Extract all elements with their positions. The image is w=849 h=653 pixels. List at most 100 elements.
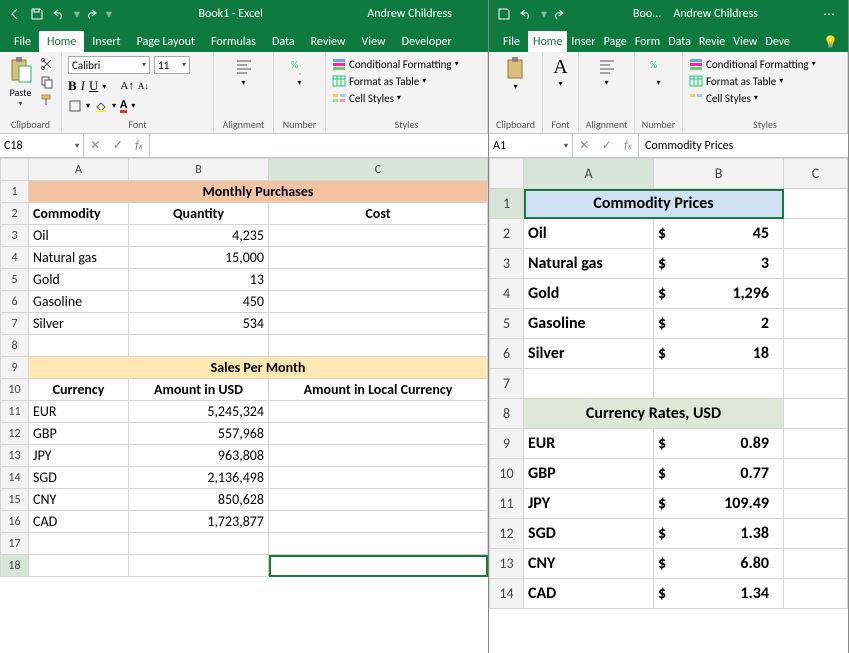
cell-selected[interactable] [269,555,488,577]
cell[interactable]: Amount in Local Currency [269,379,488,401]
cell[interactable] [269,269,488,291]
cell[interactable]: JPY [524,489,654,519]
cell[interactable] [784,309,848,339]
undo-icon[interactable] [50,5,68,23]
cell[interactable]: Gasoline [524,309,654,339]
tab-developer[interactable]: Developer [394,31,460,52]
arrow-left-icon[interactable] [6,5,24,23]
cell[interactable]: 850,628 [129,489,269,511]
enter-icon[interactable]: ✓ [602,138,612,153]
cell[interactable] [269,247,488,269]
cell[interactable] [784,579,848,609]
cell[interactable]: Silver [524,339,654,369]
tab-home[interactable]: Home [528,31,567,52]
cell[interactable]: 5,245,324 [129,401,269,423]
col-header-a[interactable]: A [29,159,129,181]
cell[interactable] [524,369,654,399]
format-as-table-button[interactable]: Format as Table ▾ [332,73,426,89]
cell[interactable] [29,555,129,577]
save-icon[interactable] [495,5,513,23]
cell[interactable]: 1,723,877 [129,511,269,533]
cell[interactable]: Sales Per Month [29,357,488,379]
cell[interactable]: 15,000 [129,247,269,269]
conditional-formatting-button[interactable]: Conditional Formatting ▾ [332,56,459,72]
cell[interactable]: GBP [524,459,654,489]
tab-insert[interactable]: Insert [84,31,128,52]
clipboard-button[interactable]: ▾ [498,56,534,92]
font-name-select[interactable]: Calibri▾ [68,56,150,74]
decrease-font-icon[interactable]: A↓ [138,81,149,91]
cell[interactable]: JPY [29,445,129,467]
cell[interactable] [269,335,488,357]
cell[interactable]: Oil [524,219,654,249]
cell[interactable]: $109.49 [654,489,784,519]
name-box[interactable]: C18▾ [0,134,84,157]
cell[interactable]: CNY [29,489,129,511]
cell[interactable] [784,339,848,369]
cell[interactable]: 963,808 [129,445,269,467]
cell[interactable]: Natural gas [29,247,129,269]
cell[interactable]: Commodity [29,203,129,225]
cell[interactable] [784,279,848,309]
cell[interactable]: $6.80 [654,549,784,579]
cell[interactable] [269,423,488,445]
cell-selected[interactable]: Commodity Prices [524,189,784,219]
cell[interactable] [269,533,488,555]
row-header[interactable]: 2 [1,203,29,225]
cell[interactable] [269,291,488,313]
select-all-corner[interactable] [1,159,29,181]
cell[interactable]: Currency [29,379,129,401]
select-all-corner[interactable] [490,159,524,189]
cell[interactable]: $0.77 [654,459,784,489]
cell[interactable]: CAD [524,579,654,609]
format-painter-icon[interactable] [39,92,55,108]
cell[interactable] [269,511,488,533]
cell[interactable] [269,467,488,489]
cell[interactable]: CNY [524,549,654,579]
cut-icon[interactable] [39,56,55,72]
tab-insert[interactable]: Inser [567,31,599,52]
tab-data[interactable]: Data [264,31,303,52]
worksheet[interactable]: A B C 1 Commodity Prices 2Oil$45 3Natura… [489,158,848,653]
conditional-formatting-button[interactable]: Conditional Formatting▾ [689,56,816,72]
fx-icon[interactable]: fx [624,139,632,153]
format-as-table-button[interactable]: Format as Table▾ [689,73,783,89]
formula-input[interactable]: Commodity Prices [639,134,848,157]
cell[interactable]: $3 [654,249,784,279]
cell[interactable]: Natural gas [524,249,654,279]
cell[interactable]: Oil [29,225,129,247]
alignment-button[interactable]: ▾ [226,56,262,88]
cell[interactable]: SGD [29,467,129,489]
redo-icon[interactable] [549,5,567,23]
col-header-c[interactable]: C [269,159,488,181]
number-button[interactable]: %, ▾ [282,56,318,88]
cell[interactable] [269,445,488,467]
bold-button[interactable]: B [68,78,77,94]
tab-pagelayout[interactable]: Page [600,31,631,52]
copy-icon[interactable] [39,74,55,90]
cell[interactable]: Currency Rates, USD [524,399,784,429]
tab-file[interactable]: File [6,31,39,52]
cell[interactable]: Gasoline [29,291,129,313]
tab-developer[interactable]: Deve [761,31,794,52]
tab-home[interactable]: Home [39,31,84,52]
formula-input[interactable] [150,134,488,157]
tab-review[interactable]: Revie [695,31,729,52]
cell[interactable] [784,189,848,219]
alignment-button[interactable]: ▾ [589,56,625,88]
cell-styles-button[interactable]: Cell Styles▾ [689,90,758,106]
cell[interactable]: $18 [654,339,784,369]
cell[interactable]: 534 [129,313,269,335]
cell[interactable] [784,219,848,249]
tab-review[interactable]: Review [303,31,354,52]
worksheet[interactable]: A B C 1 Monthly Purchases 2 Commodity Qu… [0,158,488,653]
cell[interactable] [269,225,488,247]
font-color-button[interactable]: A [120,98,127,113]
cell[interactable] [129,555,269,577]
cell[interactable]: $0.89 [654,429,784,459]
tell-me-icon[interactable]: 💡 [819,33,842,52]
cell[interactable] [784,429,848,459]
cell[interactable]: Gold [524,279,654,309]
cell[interactable]: EUR [29,401,129,423]
font-button[interactable]: A▾ [549,56,572,89]
